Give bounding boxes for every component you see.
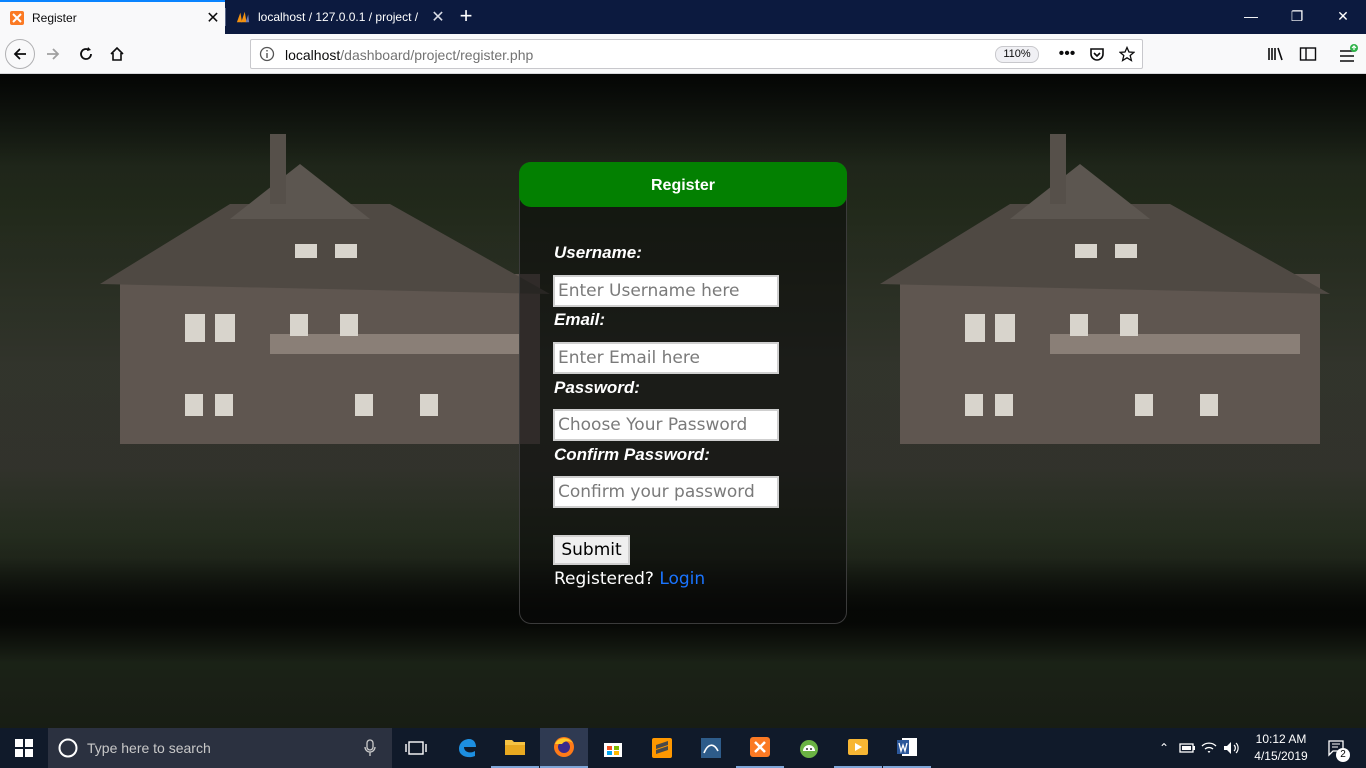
url-host: localhost	[285, 47, 341, 63]
pocket-icon[interactable]	[1088, 44, 1106, 64]
search-placeholder: Type here to search	[87, 740, 211, 756]
library-button[interactable]	[1261, 39, 1291, 69]
forward-arrow-icon	[47, 48, 60, 60]
tab-title: Register	[32, 11, 77, 25]
clock-date: 4/15/2019	[1254, 749, 1308, 763]
phpmyadmin-icon	[236, 10, 250, 24]
media-player-taskbar-button[interactable]	[834, 728, 882, 768]
cortana-icon	[58, 738, 78, 758]
close-window-button[interactable]: ✕	[1320, 0, 1366, 34]
username-label: Username:	[554, 243, 642, 262]
new-tab-button[interactable]: +	[452, 3, 480, 31]
wifi-icon[interactable]	[1200, 740, 1218, 756]
tab-phpmyadmin[interactable]: localhost / 127.0.0.1 / project / ✕	[226, 0, 450, 34]
action-center-button[interactable]: 2	[1322, 728, 1352, 768]
xampp-taskbar-button[interactable]	[736, 728, 784, 768]
clock-time: 10:12 AM	[1255, 732, 1307, 746]
file-explorer-taskbar-button[interactable]	[491, 728, 539, 768]
url-bar[interactable]: localhost/dashboard/project/register.php…	[250, 39, 1143, 69]
mysql-workbench-icon	[701, 738, 721, 758]
task-view-icon	[405, 741, 427, 755]
sublime-text-icon	[652, 738, 672, 758]
media-player-icon	[848, 739, 868, 755]
forward-button[interactable]	[38, 39, 68, 69]
home-button[interactable]	[102, 39, 132, 69]
sidebar-icon	[1299, 47, 1317, 61]
form-title: Register	[519, 162, 847, 207]
close-tab-icon[interactable]: ✕	[201, 8, 225, 28]
xampp-icon	[10, 11, 24, 25]
login-link[interactable]: Login	[659, 569, 705, 589]
minimize-button[interactable]: —	[1228, 0, 1274, 34]
reload-icon	[80, 47, 92, 60]
sidebar-button[interactable]	[1293, 39, 1323, 69]
android-studio-taskbar-button[interactable]	[785, 728, 833, 768]
hamburger-menu-icon	[1340, 44, 1358, 62]
show-hidden-icons[interactable]: ⌃	[1156, 741, 1172, 755]
android-studio-icon	[800, 740, 818, 758]
register-form: Register Username: Email: Password: Conf…	[519, 162, 847, 624]
folder-icon	[505, 740, 525, 755]
task-view-button[interactable]	[392, 728, 440, 768]
taskbar: Type here to search ⌃ 10:12 AM 4/15/2019…	[0, 728, 1366, 768]
background-house-image	[100, 134, 550, 444]
site-info-icon[interactable]	[259, 46, 275, 62]
registered-text: Registered?	[554, 569, 654, 589]
tab-register[interactable]: Register ✕	[0, 0, 225, 34]
close-tab-icon[interactable]: ✕	[426, 7, 450, 27]
menu-button[interactable]	[1333, 39, 1363, 69]
windows-logo-icon	[15, 739, 33, 757]
start-button[interactable]	[0, 728, 48, 768]
email-label: Email:	[554, 310, 606, 329]
firefox-icon	[554, 737, 574, 757]
url-path: /dashboard/project/register.php	[340, 47, 534, 63]
password-input[interactable]	[553, 409, 779, 441]
restore-button[interactable]: ❐	[1274, 0, 1320, 34]
library-icon	[1268, 47, 1283, 61]
battery-icon[interactable]	[1178, 741, 1196, 755]
taskbar-search[interactable]: Type here to search	[48, 728, 392, 768]
volume-icon[interactable]	[1222, 740, 1240, 756]
page-background: Register Username: Email: Password: Conf…	[0, 74, 1366, 728]
home-icon	[110, 46, 124, 61]
store-taskbar-button[interactable]	[589, 728, 637, 768]
submit-button[interactable]: Submit	[553, 535, 630, 565]
background-house-image	[880, 134, 1330, 444]
url-text[interactable]: localhost/dashboard/project/register.php	[285, 47, 533, 63]
microphone-icon[interactable]	[364, 739, 376, 757]
page-actions-icon[interactable]: •••	[1058, 44, 1076, 64]
word-taskbar-button[interactable]	[883, 728, 931, 768]
confirm-password-label: Confirm Password:	[554, 445, 710, 464]
tab-title: localhost / 127.0.0.1 / project /	[258, 10, 419, 24]
username-input[interactable]	[553, 275, 779, 307]
system-tray: ⌃	[1156, 728, 1240, 768]
reload-button[interactable]	[71, 39, 101, 69]
zoom-indicator[interactable]: 110%	[995, 46, 1039, 63]
store-icon	[604, 743, 622, 757]
word-icon	[897, 738, 917, 756]
email-input[interactable]	[553, 342, 779, 374]
tab-bar: Register ✕ localhost / 127.0.0.1 / proje…	[0, 0, 1366, 34]
back-arrow-icon	[13, 48, 26, 60]
navigation-bar: localhost/dashboard/project/register.php…	[0, 34, 1366, 74]
sublime-taskbar-button[interactable]	[638, 728, 686, 768]
notification-badge: 2	[1336, 748, 1350, 762]
xampp-icon	[750, 737, 770, 757]
edge-taskbar-button[interactable]	[443, 728, 491, 768]
taskbar-clock[interactable]: 10:12 AM 4/15/2019	[1250, 731, 1312, 765]
registered-line: Registered? Login	[554, 569, 705, 589]
mysql-workbench-taskbar-button[interactable]	[687, 728, 735, 768]
back-button[interactable]	[5, 39, 35, 69]
bookmark-star-icon[interactable]	[1118, 44, 1136, 64]
confirm-password-input[interactable]	[553, 476, 779, 508]
firefox-taskbar-button[interactable]	[540, 728, 588, 768]
password-label: Password:	[554, 378, 640, 397]
edge-icon	[459, 739, 476, 758]
